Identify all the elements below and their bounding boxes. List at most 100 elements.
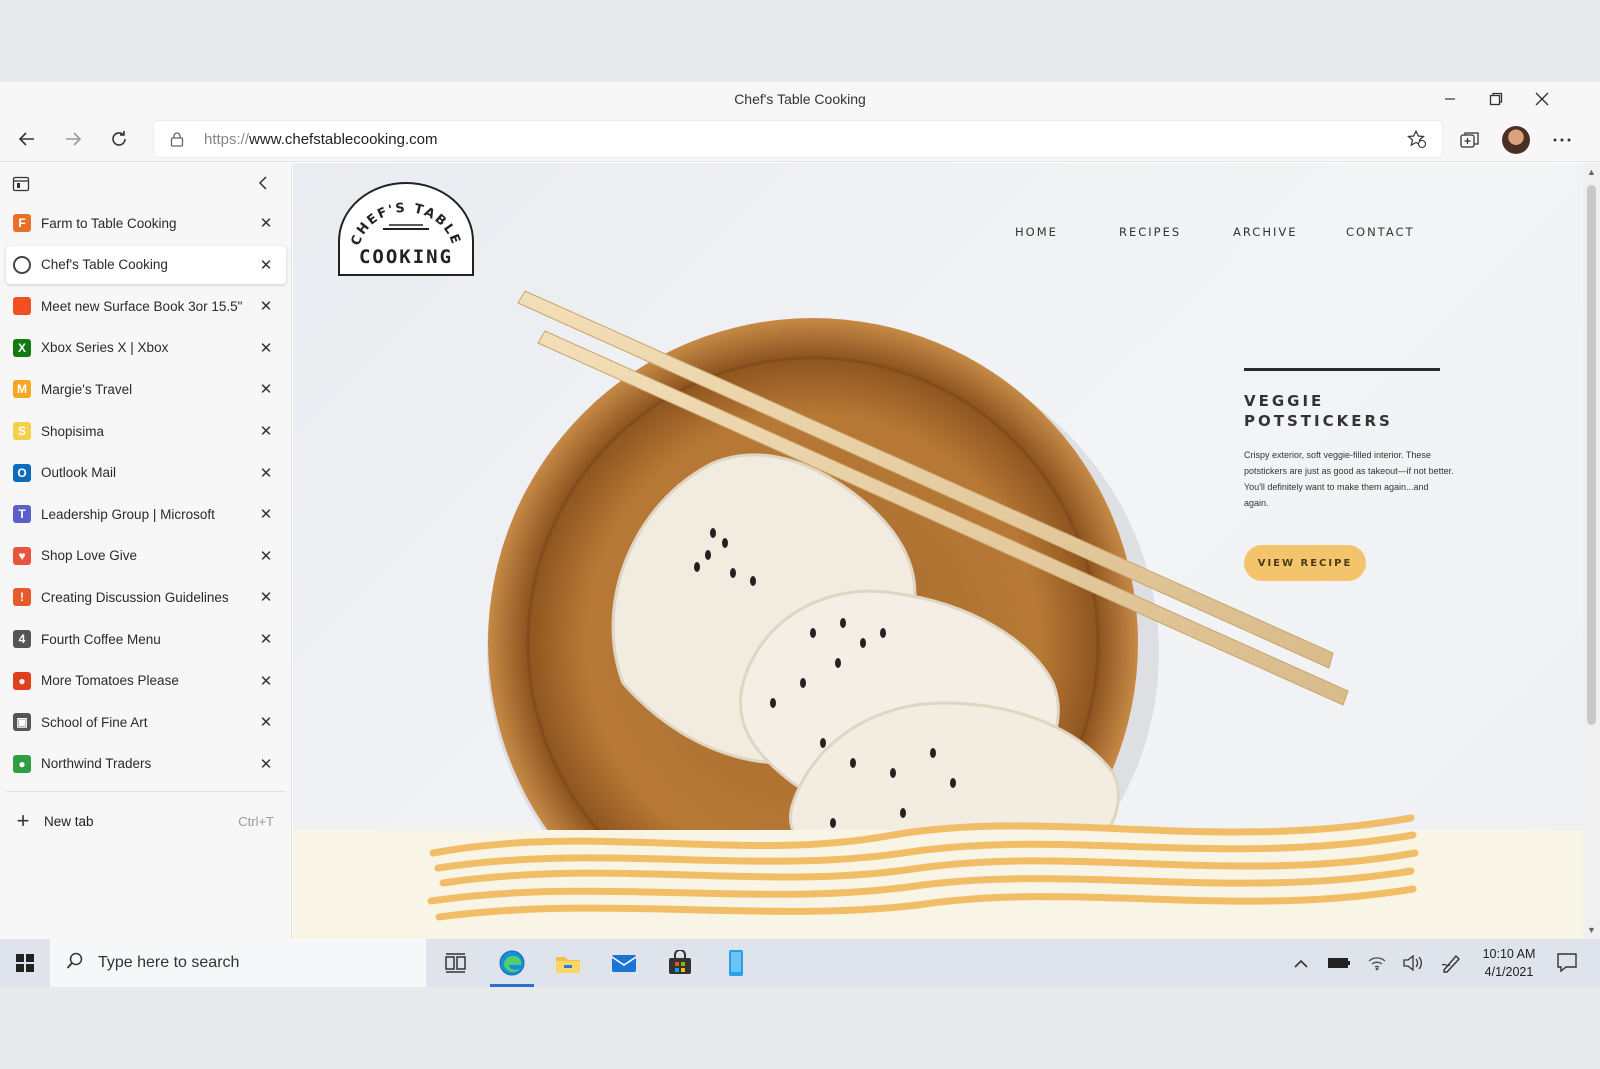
chevron-up-icon[interactable] bbox=[1288, 951, 1314, 975]
more-icon[interactable] bbox=[1546, 124, 1578, 156]
close-tab-icon[interactable]: ✕ bbox=[256, 546, 276, 566]
browser-window: Chef's Table Cooking https://www.chefsta… bbox=[0, 82, 1600, 986]
task-view-icon[interactable] bbox=[430, 943, 482, 983]
scrollbar-thumb[interactable] bbox=[1587, 185, 1596, 725]
xbox-favicon-icon: X bbox=[13, 338, 31, 357]
scroll-up-icon[interactable]: ▲ bbox=[1583, 167, 1600, 177]
close-tab-icon[interactable]: ✕ bbox=[256, 754, 276, 774]
shop-love-give-favicon-icon: ♥ bbox=[13, 546, 31, 565]
scroll-down-icon[interactable]: ▼ bbox=[1583, 925, 1600, 935]
pen-icon[interactable] bbox=[1438, 951, 1464, 975]
plus-icon: + bbox=[16, 808, 30, 833]
vertical-tab-label: Shopisima bbox=[41, 423, 105, 439]
headline-line-2: POTSTICKERS bbox=[1244, 412, 1393, 430]
address-bar[interactable]: https://www.chefstablecooking.com bbox=[154, 121, 1442, 157]
vertical-tab[interactable]: ! Creating Discussion Guidelines ✕ bbox=[6, 578, 286, 616]
search-icon bbox=[66, 952, 84, 975]
profile-avatar[interactable] bbox=[1500, 124, 1532, 156]
vertical-tab-label: Northwind Traders bbox=[41, 756, 152, 772]
url-text[interactable]: https://www.chefstablecooking.com bbox=[204, 131, 437, 148]
teams-favicon-icon: T bbox=[13, 505, 31, 524]
web-page: CHEF'S TABLE COOKING HOME RECIPES ARCHIV… bbox=[293, 163, 1583, 939]
browser-toolbar: https://www.chefstablecooking.com bbox=[0, 116, 1600, 162]
file-explorer-icon[interactable] bbox=[542, 943, 594, 983]
close-tab-icon[interactable]: ✕ bbox=[256, 421, 276, 441]
vertical-tab-label: Farm to Table Cooking bbox=[41, 215, 177, 231]
vertical-tab[interactable]: T Leadership Group | Microsoft ✕ bbox=[6, 495, 286, 533]
vertical-tab[interactable]: ● Northwind Traders ✕ bbox=[6, 745, 286, 783]
new-tab-button[interactable]: + New tab Ctrl+T bbox=[6, 803, 286, 839]
back-icon[interactable] bbox=[10, 122, 44, 156]
battery-icon[interactable] bbox=[1326, 951, 1352, 975]
taskbar-clock[interactable]: 10:10 AM 4/1/2021 bbox=[1474, 945, 1544, 981]
taskbar-search[interactable]: Type here to search bbox=[50, 939, 426, 987]
microsoft-favicon-icon bbox=[13, 297, 31, 316]
close-tab-icon[interactable]: ✕ bbox=[256, 338, 276, 358]
wifi-icon[interactable] bbox=[1364, 951, 1390, 975]
close-tab-icon[interactable]: ✕ bbox=[256, 379, 276, 399]
collapse-pane-icon[interactable] bbox=[256, 175, 270, 196]
volume-icon[interactable] bbox=[1400, 951, 1426, 975]
outlook-favicon-icon: O bbox=[13, 463, 31, 482]
vertical-tab-label: School of Fine Art bbox=[41, 714, 148, 730]
vertical-tab[interactable]: M Margie's Travel ✕ bbox=[6, 370, 286, 408]
notification-icon[interactable] bbox=[1556, 951, 1582, 975]
close-tab-icon[interactable]: ✕ bbox=[256, 296, 276, 316]
vertical-tab[interactable]: O Outlook Mail ✕ bbox=[6, 454, 286, 492]
refresh-icon[interactable] bbox=[102, 122, 136, 156]
taskbar: Type here to search 10:10 AM 4/1/2021 bbox=[0, 939, 1600, 987]
view-recipe-button[interactable]: VIEW RECIPE bbox=[1244, 545, 1366, 581]
vertical-tab[interactable]: ▣ School of Fine Art ✕ bbox=[6, 703, 286, 741]
vertical-tab[interactable]: X Xbox Series X | Xbox ✕ bbox=[6, 329, 286, 367]
vertical-tab[interactable]: F Farm to Table Cooking ✕ bbox=[6, 204, 286, 242]
page-scrollbar[interactable]: ▲ ▼ bbox=[1583, 163, 1600, 939]
close-icon[interactable] bbox=[1522, 86, 1562, 112]
vertical-tab-label: Margie's Travel bbox=[41, 381, 133, 397]
title-bar: Chef's Table Cooking bbox=[0, 82, 1600, 116]
chefs-table-favicon-icon bbox=[13, 255, 31, 274]
nav-home[interactable]: HOME bbox=[1015, 225, 1058, 239]
site-logo[interactable]: CHEF'S TABLE COOKING bbox=[335, 181, 477, 277]
vertical-tabs-pane: F Farm to Table Cooking ✕ Chef's Table Cook… bbox=[0, 163, 292, 939]
vertical-tab-label: More Tomatoes Please bbox=[41, 673, 179, 689]
vertical-tab[interactable]: Chef's Table Cooking ✕ bbox=[6, 245, 286, 284]
favorites-add-icon[interactable] bbox=[1406, 129, 1428, 154]
nav-recipes[interactable]: RECIPES bbox=[1119, 225, 1181, 239]
northwind-favicon-icon: ● bbox=[13, 754, 31, 773]
svg-text:COOKING: COOKING bbox=[359, 246, 453, 268]
search-placeholder[interactable]: Type here to search bbox=[98, 954, 239, 972]
discussion-favicon-icon: ! bbox=[13, 588, 31, 607]
nav-archive[interactable]: ARCHIVE bbox=[1233, 225, 1298, 239]
close-tab-icon[interactable]: ✕ bbox=[256, 463, 276, 483]
headline-line-1: VEGGIE bbox=[1244, 392, 1325, 410]
phone-icon[interactable] bbox=[710, 943, 762, 983]
close-tab-icon[interactable]: ✕ bbox=[256, 629, 276, 649]
close-tab-icon[interactable]: ✕ bbox=[256, 213, 276, 233]
collections-icon[interactable] bbox=[1454, 124, 1486, 156]
new-tab-shortcut: Ctrl+T bbox=[238, 813, 274, 829]
minimize-icon[interactable] bbox=[1430, 86, 1470, 112]
tab-actions-icon[interactable] bbox=[12, 175, 30, 198]
vertical-tab[interactable]: ● More Tomatoes Please ✕ bbox=[6, 662, 286, 700]
avatar[interactable] bbox=[1502, 126, 1530, 154]
close-tab-icon[interactable]: ✕ bbox=[256, 712, 276, 732]
recipe-blurb: Crispy exterior, soft veggie-filled inte… bbox=[1244, 450, 1454, 508]
close-tab-icon[interactable]: ✕ bbox=[256, 255, 276, 275]
forward-icon[interactable] bbox=[56, 122, 90, 156]
vertical-tab[interactable]: 4 Fourth Coffee Menu ✕ bbox=[6, 620, 286, 658]
nav-contact[interactable]: CONTACT bbox=[1346, 225, 1415, 239]
lock-icon[interactable] bbox=[170, 131, 184, 152]
vertical-tab[interactable]: Meet new Surface Book 3or 15.5" ✕ bbox=[6, 287, 286, 325]
start-button[interactable] bbox=[6, 945, 44, 981]
close-tab-icon[interactable]: ✕ bbox=[256, 504, 276, 524]
store-icon[interactable] bbox=[654, 943, 706, 983]
edge-icon[interactable] bbox=[486, 943, 538, 987]
vertical-tab[interactable]: S Shopisima ✕ bbox=[6, 412, 286, 450]
mail-icon[interactable] bbox=[598, 943, 650, 983]
vertical-tab[interactable]: ♥ Shop Love Give ✕ bbox=[6, 537, 286, 575]
vertical-tab-label: Chef's Table Cooking bbox=[41, 257, 168, 273]
fine-art-favicon-icon: ▣ bbox=[13, 713, 31, 732]
close-tab-icon[interactable]: ✕ bbox=[256, 671, 276, 691]
restore-icon[interactable] bbox=[1476, 86, 1516, 112]
close-tab-icon[interactable]: ✕ bbox=[256, 587, 276, 607]
